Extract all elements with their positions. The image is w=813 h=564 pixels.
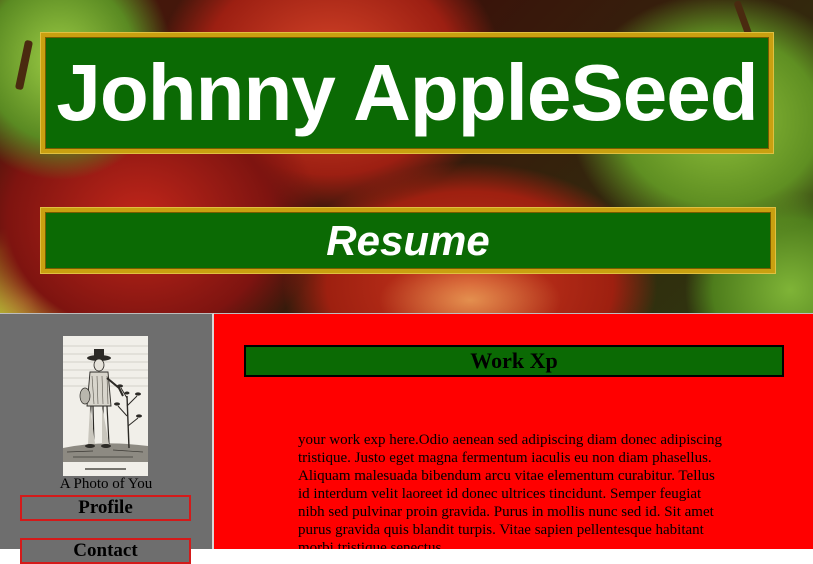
profile-photo [63, 336, 148, 476]
section-heading: Work Xp [244, 345, 784, 377]
apple-stem [14, 39, 34, 91]
work-experience-text: your work exp here.Odio aenean sed adipi… [298, 432, 723, 549]
nav-profile-label: Profile [78, 497, 133, 518]
photo-caption: A Photo of You [59, 476, 153, 492]
subtitle-banner: Resume [41, 208, 775, 273]
page-title: Johnny AppleSeed [56, 48, 758, 137]
nav-contact-button[interactable]: Contact [20, 538, 191, 564]
main-content: Work Xp your work exp here.Odio aenean s… [214, 313, 813, 549]
page-subtitle: Resume [326, 216, 490, 264]
title-banner: Johnny AppleSeed [41, 33, 773, 153]
nav-contact-label: Contact [73, 540, 138, 561]
engraving-illustration [63, 336, 148, 476]
section-title: Work Xp [470, 348, 558, 373]
header-banner: Johnny AppleSeed Resume [0, 0, 813, 313]
nav-profile-button[interactable]: Profile [20, 495, 191, 521]
sidebar: A Photo of You Profile Contact [0, 313, 214, 564]
